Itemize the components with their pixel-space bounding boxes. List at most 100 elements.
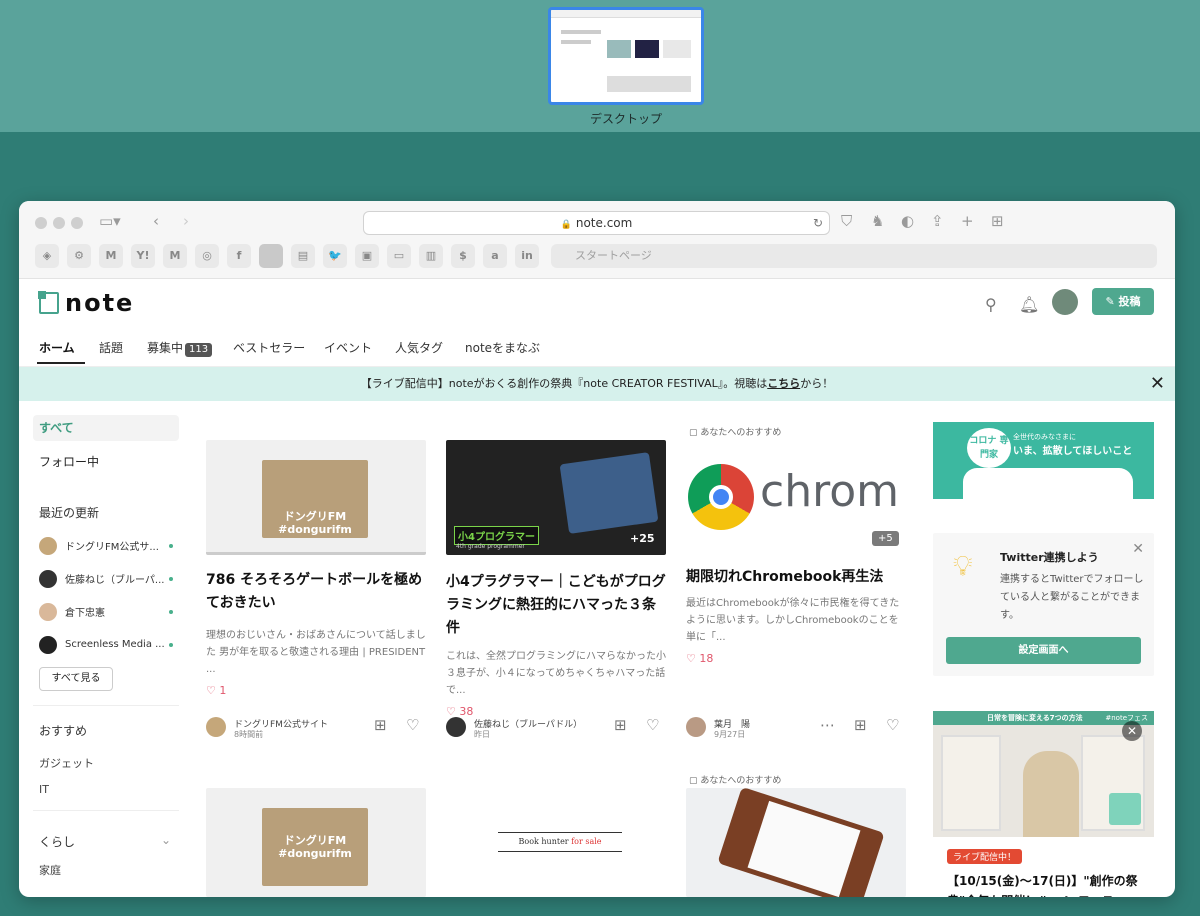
shield-icon[interactable]: ◐ xyxy=(901,213,914,229)
tab-recruiting[interactable]: 募集中 113 xyxy=(147,339,213,357)
favorite-icon[interactable] xyxy=(259,244,283,268)
tab-topics[interactable]: 話題 xyxy=(99,339,123,356)
close-icon[interactable]: ✕ xyxy=(1122,721,1142,741)
article-title[interactable]: 小4プラグラマー｜こどもがプログラミングに熱狂的にハマった３条件 xyxy=(446,571,666,640)
divider xyxy=(33,705,179,706)
search-icon[interactable]: ⚲ xyxy=(985,295,997,314)
article-card[interactable]: ドングリFM #dongurifm xyxy=(206,788,426,897)
heart-icon: ♡ xyxy=(686,652,696,665)
video-thumbnail: 日常を冒険に変える7つの方法 #noteフェス ✕ xyxy=(933,711,1154,837)
article-title[interactable]: 786 そろそろゲートボールを極めておきたい xyxy=(206,569,426,615)
add-to-magazine-icon[interactable]: ⊞ xyxy=(614,716,627,734)
close-icon[interactable]: ✕ xyxy=(1150,367,1165,401)
favorite-icon[interactable]: ⚙ xyxy=(67,244,91,268)
desktop-thumbnail[interactable] xyxy=(548,7,704,105)
video-title[interactable]: 【10/15(金)〜17(日)】"創作の祭典"今年も開催！#noteフェス xyxy=(947,871,1147,897)
article-title[interactable]: 期限切れChromebook再生法 xyxy=(686,566,906,589)
tab-home[interactable]: ホーム xyxy=(39,339,75,356)
back-icon[interactable]: ‹ xyxy=(153,213,159,229)
article-card[interactable] xyxy=(686,788,906,897)
favorite-icon[interactable]: ◎ xyxy=(195,244,219,268)
article-card[interactable]: Book hunter for sale xyxy=(446,788,666,897)
add-to-magazine-icon[interactable]: ⊞ xyxy=(854,716,867,734)
sidebar-icon[interactable]: ▭▾ xyxy=(99,213,121,229)
tab-overview-icon[interactable]: ⊞ xyxy=(991,213,1004,229)
recent-item[interactable]: 佐藤ねじ（ブルーパ... xyxy=(33,562,179,595)
like-count: ♡ 1 xyxy=(206,684,227,697)
sidebar: すべて フォロー中 最近の更新 ドングリFM公式サ... 佐藤ねじ（ブルーパ..… xyxy=(33,415,179,878)
note-logo[interactable]: note xyxy=(38,289,134,317)
favorite-icon[interactable]: a xyxy=(483,244,507,268)
heart-icon[interactable]: ♡ xyxy=(406,716,419,734)
favorite-icon[interactable]: ▥ xyxy=(419,244,443,268)
favorite-icon[interactable]: ▣ xyxy=(355,244,379,268)
share-icon[interactable]: ⇪ xyxy=(931,213,944,229)
live-video-card[interactable]: 日常を冒険に変える7つの方法 #noteフェス ✕ ライブ配信中！ 【10/15… xyxy=(933,711,1154,897)
recent-heading: 最近の更新 xyxy=(39,506,100,520)
heart-icon[interactable]: ♡ xyxy=(646,716,659,734)
favorite-icon[interactable]: f xyxy=(227,244,251,268)
recent-item[interactable]: Screenless Media ... xyxy=(33,628,179,661)
tab-learn-note[interactable]: noteをまなぶ xyxy=(465,339,540,356)
article-description: これは、全然プログラミングにハマらなかった小３息子が、小４になってめちゃくちゃハ… xyxy=(446,651,666,696)
bell-icon[interactable]: 🔔︎ xyxy=(1019,295,1039,314)
favorite-icon[interactable]: ▭ xyxy=(387,244,411,268)
heart-icon: ♡ xyxy=(206,684,216,697)
see-all-button[interactable]: すべて見る xyxy=(39,667,113,691)
article-description: 最近はChromebookが徐々に市民権を得てきたように思います。しかしChro… xyxy=(686,598,900,643)
recommended-heading: おすすめ xyxy=(39,724,88,738)
avatar[interactable] xyxy=(686,717,706,737)
favorite-icon[interactable]: M xyxy=(99,244,123,268)
article-card[interactable]: chrom +5 期限切れChromebook再生法 最近はChromebook… xyxy=(686,454,906,665)
category-kurashi[interactable]: くらし ⌄ xyxy=(33,833,179,850)
add-to-magazine-icon[interactable]: ⊞ xyxy=(374,716,387,734)
tab-bestseller[interactable]: ベストセラー xyxy=(233,339,305,356)
avatar[interactable] xyxy=(206,717,226,737)
tab-events[interactable]: イベント xyxy=(324,339,372,356)
favorite-icon[interactable]: Y! xyxy=(131,244,155,268)
banner-link[interactable]: こちら xyxy=(767,377,800,390)
post-button[interactable]: ✎ 投稿 xyxy=(1092,288,1154,315)
recent-item[interactable]: ドングリFM公式サ... xyxy=(33,529,179,562)
live-banner: 【ライブ配信中】noteがおくる創作の祭典『note CREATOR FESTI… xyxy=(19,367,1175,401)
corona-promo-banner[interactable]: コロナ 専門家 全世代のみなさまに いま、拡散してほしいこと xyxy=(933,422,1154,499)
post-time: 9月27日 xyxy=(714,730,746,739)
more-icon[interactable]: ⋯ xyxy=(820,716,835,734)
favorite-icon[interactable]: 🐦 xyxy=(323,244,347,268)
evernote-icon[interactable]: ♞ xyxy=(871,213,884,229)
sidebar-item-following[interactable]: フォロー中 xyxy=(33,453,179,470)
thumbnail-caption-red: for sale xyxy=(571,837,602,846)
article-card[interactable]: ドングリFM #dongurifm 786 そろそろゲートボールを極めておきたい… xyxy=(206,440,426,697)
unread-dot xyxy=(169,576,173,581)
site-header: note ⚲ 🔔︎ xyxy=(19,279,1175,329)
avatar xyxy=(39,536,57,555)
window-controls[interactable] xyxy=(35,217,83,229)
user-avatar[interactable] xyxy=(1052,289,1078,315)
recent-item[interactable]: 倉下忠憲 xyxy=(33,595,179,628)
tab-popular-tags[interactable]: 人気タグ xyxy=(395,339,443,356)
address-bar[interactable]: 🔒 note.com ↻ xyxy=(363,211,830,235)
article-description: 理想のおじいさん・おばあさんについて話しました 男が年を取ると敬遠される理由 |… xyxy=(206,630,426,675)
avatar[interactable] xyxy=(446,717,466,737)
article-card[interactable]: 小4プログラマー 4th grade programmer +25 小4プラグラ… xyxy=(446,440,666,718)
article-thumbnail: ドングリFM #dongurifm xyxy=(206,440,426,555)
favorite-icon[interactable]: ◈ xyxy=(35,244,59,268)
favorite-icon[interactable]: $ xyxy=(451,244,475,268)
start-page-field[interactable]: スタートページ xyxy=(551,244,1157,268)
forward-icon[interactable]: › xyxy=(183,213,189,229)
recommended-item-it[interactable]: IT xyxy=(33,783,179,796)
settings-button[interactable]: 設定画面へ xyxy=(946,637,1141,664)
pocket-icon[interactable]: ⛉ xyxy=(841,213,852,229)
recommended-item-gadget[interactable]: ガジェット xyxy=(33,755,179,771)
favorite-icon[interactable]: in xyxy=(515,244,539,268)
favorite-icon[interactable]: M xyxy=(163,244,187,268)
reload-icon[interactable]: ↻ xyxy=(813,212,823,234)
sidebar-item-all[interactable]: すべて xyxy=(33,415,179,441)
favorite-icon[interactable]: ▤ xyxy=(291,244,315,268)
new-tab-icon[interactable]: + xyxy=(961,213,974,229)
heart-icon[interactable]: ♡ xyxy=(886,716,899,734)
author-name[interactable]: 佐藤ねじ（ブルーパドル） xyxy=(474,717,582,730)
close-icon[interactable]: ✕ xyxy=(1132,541,1144,557)
category-katei[interactable]: 家庭 xyxy=(33,862,179,878)
avatar xyxy=(39,635,57,654)
